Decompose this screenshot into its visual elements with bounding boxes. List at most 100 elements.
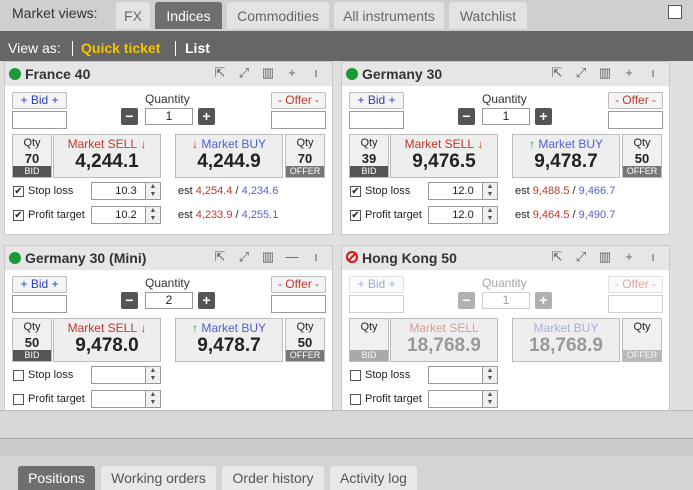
profit-target-checkbox[interactable]: ✔ [350,210,361,221]
stop-loss-checkbox[interactable] [13,370,24,381]
stop-loss-spinner[interactable]: ▲ ▼ [482,182,498,200]
info-icon[interactable]: ı [646,250,660,264]
popout-icon[interactable]: ⇱ [213,250,227,264]
est-buy: 9,490.7 [578,209,616,221]
quick-ticket-panel: Hong Kong 50 ⇱ ⤢ ▥ + ı + Bid + Quantity − 1 … [341,245,670,419]
quantity-input[interactable]: 1 [145,108,193,125]
quick-ticket-link[interactable]: Quick ticket [81,40,160,56]
profit-target-spinner[interactable]: ▲ ▼ [145,206,161,224]
market-sell-button[interactable]: Market SELL ↓ 9,478.0 [53,318,161,362]
add-icon[interactable]: + [285,66,299,80]
list-link[interactable]: List [185,40,210,56]
market-buy-label: Market BUY [538,137,604,151]
bid-button[interactable]: + Bid + [349,92,404,109]
splitter-bar[interactable] [0,410,693,438]
tab-activity-log[interactable]: Activity log [330,466,417,490]
profit-target-checkbox[interactable] [350,394,361,405]
stop-loss-spinner[interactable]: ▲ ▼ [145,182,161,200]
sell-qty-value: 39 [361,151,377,166]
market-buy-button[interactable]: Market BUY 18,768.9 [512,318,620,362]
profit-target-checkbox[interactable] [13,394,24,405]
offer-button[interactable]: - Offer - [271,276,326,293]
decrease-quantity-button[interactable]: − [458,108,475,125]
quantity-label: Quantity [145,92,190,106]
tab-commodities[interactable]: Commodities [227,2,329,29]
offer-input[interactable] [271,111,326,129]
qty-label: Qty [296,321,314,333]
divider [72,41,73,56]
top-right-checkbox[interactable] [668,5,682,19]
offer-button[interactable]: - Offer - [271,92,326,109]
bid-button[interactable]: + Bid + [349,276,404,293]
profit-target-checkbox[interactable]: ✔ [13,210,24,221]
increase-quantity-button[interactable]: + [198,108,215,125]
offer-input[interactable] [608,111,663,129]
profit-target-spinner[interactable]: ▲ ▼ [482,390,498,408]
tab-order-history[interactable]: Order history [222,466,324,490]
stop-loss-estimate: est 4,254.4 / 4,234.6 [178,185,279,197]
popout-icon[interactable]: ⇱ [550,250,564,264]
est-sell: 4,254.4 [195,185,233,197]
add-icon[interactable]: + [622,250,636,264]
popout-icon[interactable]: ⇱ [550,66,564,80]
quantity-input[interactable]: 1 [482,292,530,309]
chart-icon[interactable]: ▥ [261,250,275,264]
profit-target-spinner[interactable]: ▲ ▼ [482,206,498,224]
offer-input[interactable] [271,295,326,313]
tab-watchlist[interactable]: Watchlist [449,2,527,29]
tab-working-orders[interactable]: Working orders [101,466,216,490]
stop-loss-spinner[interactable]: ▲ ▼ [145,366,161,384]
market-sell-button[interactable]: Market SELL ↓ 9,476.5 [390,134,498,178]
decrease-quantity-button[interactable]: − [121,108,138,125]
stop-loss-checkbox[interactable]: ✔ [350,186,361,197]
offer-input[interactable] [608,295,663,313]
chart-icon[interactable]: ▥ [598,250,612,264]
panel-title: Germany 30 [362,66,443,82]
expand-icon[interactable]: ⤢ [237,250,251,264]
expand-icon[interactable]: ⤢ [237,66,251,80]
market-sell-label: Market SELL [67,137,138,151]
bid-input[interactable] [12,111,67,129]
stop-loss-spinner[interactable]: ▲ ▼ [482,366,498,384]
offer-button[interactable]: - Offer - [608,276,663,293]
market-buy-button[interactable]: ↑ Market BUY 9,478.7 [175,318,283,362]
decrease-quantity-button[interactable]: − [458,292,475,309]
bid-input[interactable] [349,111,404,129]
minimize-icon[interactable]: — [285,250,299,264]
tab-positions[interactable]: Positions [18,466,95,490]
quantity-input[interactable]: 2 [145,292,193,309]
bid-button[interactable]: + Bid + [12,92,67,109]
tab-indices[interactable]: Indices [155,2,222,29]
quantity-input[interactable]: 1 [482,108,530,125]
tab-fx[interactable]: FX [116,2,150,29]
market-buy-button[interactable]: ↓ Market BUY 4,244.9 [175,134,283,178]
info-icon[interactable]: ı [309,250,323,264]
market-sell-button[interactable]: Market SELL 18,768.9 [390,318,498,362]
chart-icon[interactable]: ▥ [598,66,612,80]
bid-input[interactable] [12,295,67,313]
stop-loss-checkbox[interactable] [350,370,361,381]
chart-icon[interactable]: ▥ [261,66,275,80]
info-icon[interactable]: ı [309,66,323,80]
add-icon[interactable]: + [622,66,636,80]
info-icon[interactable]: ı [646,66,660,80]
profit-target-label: Profit target [365,209,422,221]
market-sell-label: Market SELL [409,321,479,335]
increase-quantity-button[interactable]: + [198,292,215,309]
increase-quantity-button[interactable]: + [535,108,552,125]
quick-ticket-panel: Germany 30 (Mini) ⇱ ⤢ ▥ — ı + Bid + Quantity… [4,245,333,419]
popout-icon[interactable]: ⇱ [213,66,227,80]
expand-icon[interactable]: ⤢ [574,250,588,264]
stop-loss-estimate: est 9,488.5 / 9,466.7 [515,185,616,197]
market-buy-button[interactable]: ↑ Market BUY 9,478.7 [512,134,620,178]
market-sell-button[interactable]: Market SELL ↓ 4,244.1 [53,134,161,178]
increase-quantity-button[interactable]: + [535,292,552,309]
stop-loss-checkbox[interactable]: ✔ [13,186,24,197]
profit-target-spinner[interactable]: ▲ ▼ [145,390,161,408]
tab-all-instruments[interactable]: All instruments [334,2,444,29]
bid-input[interactable] [349,295,404,313]
offer-button[interactable]: - Offer - [608,92,663,109]
expand-icon[interactable]: ⤢ [574,66,588,80]
bid-button[interactable]: + Bid + [12,276,67,293]
decrease-quantity-button[interactable]: − [121,292,138,309]
